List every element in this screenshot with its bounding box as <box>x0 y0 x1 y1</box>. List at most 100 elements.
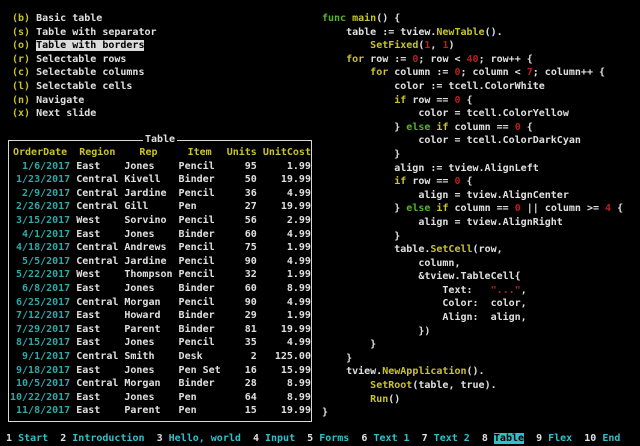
code-segment: column, <box>322 258 460 269</box>
statusbar-tab[interactable]: 5 Forms <box>307 433 349 444</box>
statusbar-tab-label: End <box>602 433 620 444</box>
code-segment: } <box>322 339 376 350</box>
table-header-cell: Region <box>76 146 118 160</box>
table-header-cell: Units <box>227 146 257 160</box>
code-segment: (). <box>467 366 485 377</box>
code-line: Text: "...", <box>322 284 623 298</box>
statusbar-tab-label: Table <box>494 433 524 444</box>
table-row: 8/15/2017 East Jones Pencil 35 4.99 <box>10 336 311 350</box>
menu-item-label: Basic table <box>36 13 102 24</box>
table-cell: Jones <box>124 364 172 378</box>
code-segment: } <box>322 122 406 133</box>
code-segment <box>322 54 346 65</box>
table-cell: 2.99 <box>263 214 311 228</box>
table-cell: 125.00 <box>263 350 311 364</box>
statusbar-tab-label: Input <box>265 433 295 444</box>
table-cell: Pen <box>179 404 221 418</box>
table-panel: Table OrderDate Region Rep Item Units Un… <box>8 140 312 422</box>
table-cell: East <box>76 228 118 242</box>
code-segment: main <box>352 13 376 24</box>
table-cell: 19.99 <box>263 200 311 214</box>
table-row: 7/29/2017 East Parent Binder 81 19.99 <box>10 323 311 337</box>
table-cell: 10/22/2017 <box>10 391 70 405</box>
table-cell: Desk <box>179 350 221 364</box>
statusbar-tab[interactable]: 9 Flex <box>536 433 572 444</box>
table-cell: Central <box>76 296 118 310</box>
menu-item-label: Selectable rows <box>36 54 126 65</box>
menu-item[interactable]: (c) Selectable columns <box>12 66 157 80</box>
table-header-cell: Rep <box>124 146 172 160</box>
code-line: table := tview.NewTable(). <box>322 26 623 40</box>
code-segment: if <box>394 176 406 187</box>
menu-item-label: Selectable columns <box>36 67 144 78</box>
code-segment: (row, <box>473 244 503 255</box>
code-segment: } <box>322 353 352 364</box>
statusbar-tab[interactable]: 8 Table <box>482 433 524 444</box>
menu-item[interactable]: (l) Selectable cells <box>12 80 157 94</box>
code-segment <box>322 176 394 187</box>
menu-item[interactable]: (b) Basic table <box>12 12 157 26</box>
menu-item-label: Next slide <box>36 108 96 119</box>
code-segment: } <box>322 407 328 418</box>
statusbar-tab-label: Hello, world <box>169 433 241 444</box>
code-line: table.SetCell(row, <box>322 243 623 257</box>
table-cell: 4/18/2017 <box>10 241 70 255</box>
table-cell: 64 <box>227 391 257 405</box>
table-cell: 1.99 <box>263 268 311 282</box>
statusbar-tab-label: Introduction <box>72 433 144 444</box>
table-cell: 4.99 <box>263 187 311 201</box>
table-cell: Parent <box>124 404 172 418</box>
table-cell: 2/26/2017 <box>10 200 70 214</box>
code-line: align = tview.AlignRight <box>322 216 623 230</box>
statusbar-tab[interactable]: 7 Text 2 <box>422 433 470 444</box>
code-segment: } <box>322 231 400 242</box>
code-line: for column := 0; column < 7; column++ { <box>322 66 623 80</box>
statusbar-tab[interactable]: 1 Start <box>6 433 48 444</box>
statusbar-tab[interactable]: 3 Hello, world <box>157 433 241 444</box>
table-cell: Pencil <box>179 336 221 350</box>
code-line: } <box>322 352 623 366</box>
table-cell: 3/15/2017 <box>10 214 70 228</box>
statusbar-tab[interactable]: 2 Introduction <box>60 433 144 444</box>
code-segment: row := <box>364 54 412 65</box>
code-segment: color := tcell.ColorWhite <box>322 81 545 92</box>
menu-item[interactable]: (n) Navigate <box>12 94 157 108</box>
statusbar-tab[interactable]: 10 End <box>584 433 620 444</box>
table-cell: Jardine <box>124 255 172 269</box>
table-cell: Sorvino <box>124 214 172 228</box>
code-segment: (table, true). <box>412 380 496 391</box>
table-row: 10/22/2017 East Jones Pen 64 8.99 <box>10 391 311 405</box>
table-cell: Central <box>76 173 118 187</box>
menu-item[interactable]: (r) Selectable rows <box>12 53 157 67</box>
code-line: align := tview.AlignLeft <box>322 162 623 176</box>
menu-shortcut-key: (c) <box>12 67 30 78</box>
code-line: align = tview.AlignCenter <box>322 189 623 203</box>
code-segment: table. <box>322 244 430 255</box>
statusbar-tab[interactable]: 4 Input <box>253 433 295 444</box>
code-line: column, <box>322 257 623 271</box>
code-segment: Text: <box>322 285 491 296</box>
table-cell: 8.99 <box>263 282 311 296</box>
statusbar-tab-number: 2 <box>60 433 66 444</box>
table-cell: 1.99 <box>263 160 311 174</box>
code-segment: { <box>611 203 623 214</box>
table-cell: Pencil <box>179 296 221 310</box>
table-cell: Jones <box>124 228 172 242</box>
statusbar-tab[interactable]: 6 Text 1 <box>361 433 409 444</box>
code-segment: }) <box>322 326 430 337</box>
table-panel-title: Table <box>143 134 177 145</box>
menu-item[interactable]: (x) Next slide <box>12 107 157 121</box>
table-cell: 32 <box>227 268 257 282</box>
statusbar-tab-label: Start <box>18 433 48 444</box>
menu-shortcut-key: (n) <box>12 95 30 106</box>
code-segment: tview. <box>322 366 382 377</box>
table-cell: 90 <box>227 255 257 269</box>
menu-item[interactable]: (o) Table with borders <box>12 39 157 53</box>
table-cell: 2/9/2017 <box>10 187 70 201</box>
code-segment <box>322 67 370 78</box>
code-segment: 40 <box>467 54 479 65</box>
table-row: 11/8/2017 East Parent Pen 15 19.99 <box>10 404 311 418</box>
code-segment: func <box>322 13 346 24</box>
table-cell: 35 <box>227 336 257 350</box>
menu-item[interactable]: (s) Table with separator <box>12 26 157 40</box>
